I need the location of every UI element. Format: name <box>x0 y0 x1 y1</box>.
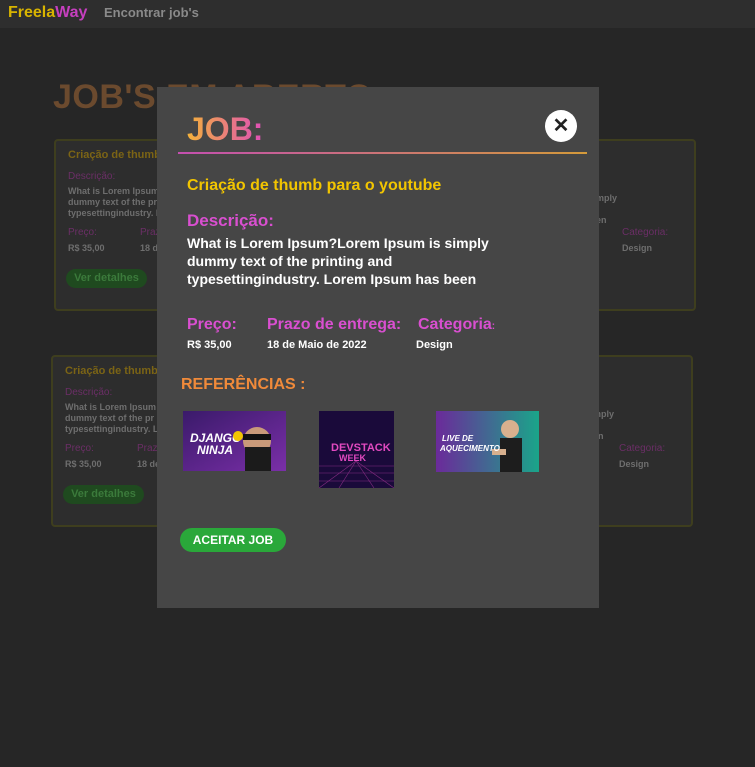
brand-logo[interactable]: FreelaWay <box>8 4 87 22</box>
price-value: R$ 35,00 <box>187 339 232 351</box>
category-label-colon: : <box>491 321 496 332</box>
category-value: Design <box>416 339 453 351</box>
job-card-category-label: Categoria: <box>622 227 669 238</box>
category-label-text: Categoria <box>418 316 492 333</box>
job-card-price-label: Preço: <box>68 227 97 238</box>
job-card-title: Criação de thumb <box>68 149 161 161</box>
job-card-category: Design <box>622 243 653 253</box>
brand-logo-part1: Freela <box>8 4 56 21</box>
modal-divider <box>178 152 587 154</box>
job-card-price: R$ 35,00 <box>65 459 102 469</box>
references-label: REFERÊNCIAS : <box>181 376 306 393</box>
close-icon[interactable]: ✕ <box>545 110 577 142</box>
job-card-deadline-label: Praz <box>137 443 158 454</box>
job-card-desc-label: Descrição: <box>68 171 116 182</box>
job-card-desc-right-1: mply <box>596 193 618 203</box>
brand-logo-part2: Way <box>55 4 88 21</box>
deadline-value: 18 de Maio de 2022 <box>267 339 367 351</box>
thumb-text: LIVE DE <box>442 434 474 443</box>
thumb-text: NINJA <box>197 443 233 457</box>
reference-thumbnail[interactable]: DJANGO NINJA <box>183 411 286 471</box>
details-button[interactable]: Ver detalhes <box>63 485 144 504</box>
job-card-category: Design <box>619 459 650 469</box>
description-text: What is Lorem Ipsum?Lorem Ipsum is simpl… <box>187 235 489 287</box>
description-label: Descrição: <box>187 211 274 230</box>
category-label: Categoria: <box>418 316 495 334</box>
job-card-price-label: Preço: <box>65 443 94 454</box>
job-card-desc-label: Descrição: <box>65 387 113 398</box>
thumb-text: AQUECIMENTO <box>439 444 501 453</box>
top-navbar: FreelaWay Encontrar job's <box>0 0 755 28</box>
details-button[interactable]: Ver detalhes <box>66 269 147 288</box>
accept-job-button[interactable]: ACEITAR JOB <box>180 528 286 552</box>
reference-thumbnail[interactable]: LIVE DE AQUECIMENTO <box>436 411 539 472</box>
job-card-price: R$ 35,00 <box>68 243 105 253</box>
price-label: Preço: <box>187 316 237 333</box>
reference-thumbnail[interactable]: DEVSTACK WEEK <box>319 411 394 488</box>
job-details-modal: JOB: ✕ Criação de thumb para o youtube D… <box>157 87 599 608</box>
modal-title: JOB: <box>187 111 264 147</box>
thumb-text: WEEK <box>339 453 367 463</box>
nav-link-find-jobs[interactable]: Encontrar job's <box>104 5 199 20</box>
job-card-title: Criação de thumb <box>65 365 158 377</box>
job-name: Criação de thumb para o youtube <box>187 177 442 194</box>
job-card-category-label: Categoria: <box>619 443 666 454</box>
deadline-label: Prazo de entrega: <box>267 316 402 333</box>
